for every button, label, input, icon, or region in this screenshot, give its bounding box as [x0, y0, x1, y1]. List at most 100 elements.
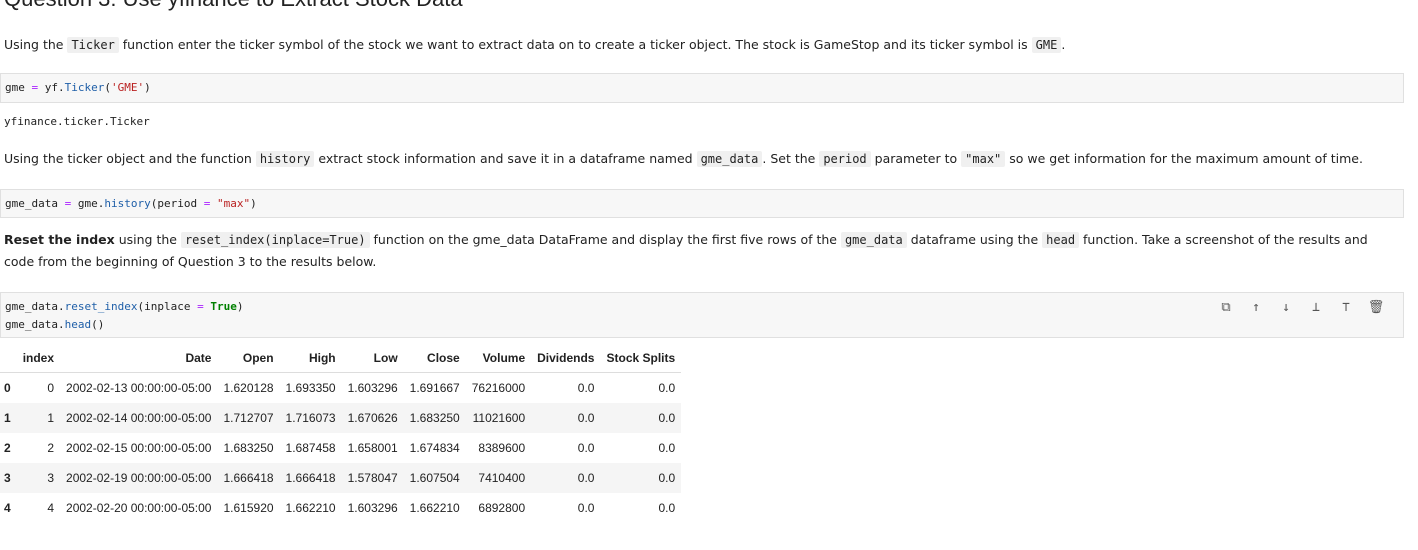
move-up-icon[interactable]: ↑ — [1245, 299, 1267, 315]
insert-above-icon[interactable]: ⊥ — [1305, 299, 1327, 315]
table-cell: 2002-02-14 00:00:00-05:00 — [60, 403, 218, 433]
inline-code: period — [819, 151, 871, 167]
table-cell: 1.603296 — [347, 501, 398, 515]
table-row: 2 2 2002-02-15 00:00:00-05:00 1.683250 1… — [0, 433, 681, 463]
column-header: High — [279, 344, 342, 373]
table-cell: 0.0 — [531, 463, 601, 493]
table-cell: 0.0 — [600, 463, 682, 493]
insert-below-icon[interactable]: ⊤ — [1335, 299, 1357, 315]
delete-icon[interactable]: 🗑 — [1365, 299, 1387, 315]
duplicate-icon[interactable]: ⧉ — [1215, 299, 1237, 315]
table-cell: 0.0 — [577, 501, 595, 515]
table-cell: 2002-02-15 00:00:00-05:00 — [66, 441, 212, 455]
code-cell-ticker[interactable]: gme = yf.Ticker('GME') — [0, 73, 1404, 103]
row-index: 0 — [4, 381, 11, 395]
table-cell: 1.683250 — [403, 403, 466, 433]
table-cell: 3 — [16, 463, 61, 493]
text: function enter the ticker symbol of the … — [118, 37, 1032, 52]
cell-toolbar: ⧉ ↑ ↓ ⊥ ⊤ 🗑 — [1215, 299, 1387, 315]
table-cell: 1.670626 — [341, 403, 404, 433]
table-cell: 8389600 — [478, 441, 526, 455]
table-row: 1 1 2002-02-14 00:00:00-05:00 1.712707 1… — [0, 403, 682, 433]
table-cell: 1.658001 — [347, 441, 398, 455]
row-index-header — [0, 344, 17, 373]
text: function on the gme_data DataFrame and d… — [369, 232, 841, 247]
table-cell: 0.0 — [658, 381, 676, 395]
table-cell: 2002-02-13 00:00:00-05:00 — [66, 381, 212, 395]
table-cell: 1.603296 — [347, 381, 398, 395]
text: so we get information for the maximum am… — [1005, 151, 1363, 166]
text: . — [1061, 37, 1066, 52]
table-cell: 1.666418 — [217, 463, 280, 493]
table-cell: 2002-02-19 00:00:00-05:00 — [60, 463, 218, 493]
table-cell: 0.0 — [600, 403, 682, 433]
code-line: gme_data = gme.history(period = "max") — [5, 197, 257, 210]
text: Using the ticker object and the function — [4, 151, 256, 166]
markdown-paragraph-reset-index: Reset the index using the reset_index(in… — [4, 229, 1384, 273]
column-header: Low — [341, 344, 404, 373]
text: extract stock information and save it in… — [314, 151, 697, 166]
inline-code: Ticker — [67, 37, 119, 53]
table-cell: 1.716073 — [279, 403, 342, 433]
row-index: 1 — [0, 403, 17, 433]
table-cell: 0 — [47, 381, 55, 395]
row-index: 4 — [4, 501, 11, 515]
table-cell: 1.662210 — [409, 501, 460, 515]
inline-code: head — [1042, 232, 1080, 248]
table-row: 3 3 2002-02-19 00:00:00-05:00 1.666418 1… — [0, 463, 682, 493]
inline-code: GME — [1031, 37, 1062, 53]
table-cell: 7410400 — [465, 463, 532, 493]
table-cell: 4 — [47, 501, 55, 515]
cell-output-text: yfinance.ticker.Ticker — [4, 115, 150, 128]
column-header: Dividends — [531, 344, 601, 373]
table-cell: 0.0 — [658, 501, 676, 515]
table-cell: 2002-02-20 00:00:00-05:00 — [66, 501, 212, 515]
table-cell: 1.693350 — [285, 381, 336, 395]
table-cell: 0.0 — [658, 441, 676, 455]
table-cell: 1.687458 — [285, 441, 336, 455]
table-cell: 1.662210 — [285, 501, 336, 515]
row-index: 3 — [0, 463, 17, 493]
table-cell: 1.691667 — [409, 381, 460, 395]
table-cell: 1 — [16, 403, 61, 433]
table-header-row: index Date Open High Low Close Volume Di… — [0, 344, 682, 373]
text: Using the — [4, 37, 68, 52]
text: using the — [114, 232, 181, 247]
table-cell: 0.0 — [577, 441, 595, 455]
table-cell: 1.674834 — [409, 441, 460, 455]
section-heading: Question 3: Use yfinance to Extract Stoc… — [4, 0, 463, 12]
table-cell: 1.666418 — [279, 463, 342, 493]
column-header: Close — [403, 344, 466, 373]
table-cell: 1.620128 — [223, 381, 274, 395]
table-cell: 1.683250 — [223, 441, 274, 455]
row-index: 2 — [4, 441, 11, 455]
table-cell: 1.607504 — [403, 463, 466, 493]
text: . Set the — [762, 151, 820, 166]
dataframe-table: index Date Open High Low Close Volume Di… — [0, 344, 682, 523]
code-cell-history[interactable]: gme_data = gme.history(period = "max") — [0, 189, 1404, 218]
text: dataframe using the — [906, 232, 1043, 247]
markdown-paragraph-history: Using the ticker object and the function… — [4, 148, 1363, 170]
move-down-icon[interactable]: ↓ — [1275, 299, 1297, 315]
column-header: Volume — [465, 344, 532, 373]
table-row: 0 0 2002-02-13 00:00:00-05:00 1.620128 1… — [0, 373, 681, 404]
column-header: index — [16, 344, 61, 373]
column-header: Date — [60, 344, 218, 373]
code-line: gme_data.head() — [5, 318, 105, 331]
table-cell: 76216000 — [471, 381, 526, 395]
table-cell: 1.712707 — [217, 403, 280, 433]
column-header: Stock Splits — [600, 344, 682, 373]
inline-code: "max" — [961, 151, 1006, 167]
inline-code: reset_index(inplace=True) — [180, 232, 370, 248]
bold-text: Reset the index — [4, 232, 115, 247]
inline-code: history — [255, 151, 315, 167]
table-cell: 2 — [47, 441, 55, 455]
markdown-paragraph-ticker: Using the Ticker function enter the tick… — [4, 34, 1065, 56]
column-header: Open — [217, 344, 280, 373]
table-cell: 6892800 — [478, 501, 526, 515]
table-cell: 11021600 — [465, 403, 532, 433]
table-cell: 1.578047 — [341, 463, 404, 493]
text: parameter to — [870, 151, 962, 166]
code-cell-reset-index[interactable]: gme_data.reset_index(inplace = True) gme… — [0, 292, 1404, 338]
table-cell: 0.0 — [531, 403, 601, 433]
